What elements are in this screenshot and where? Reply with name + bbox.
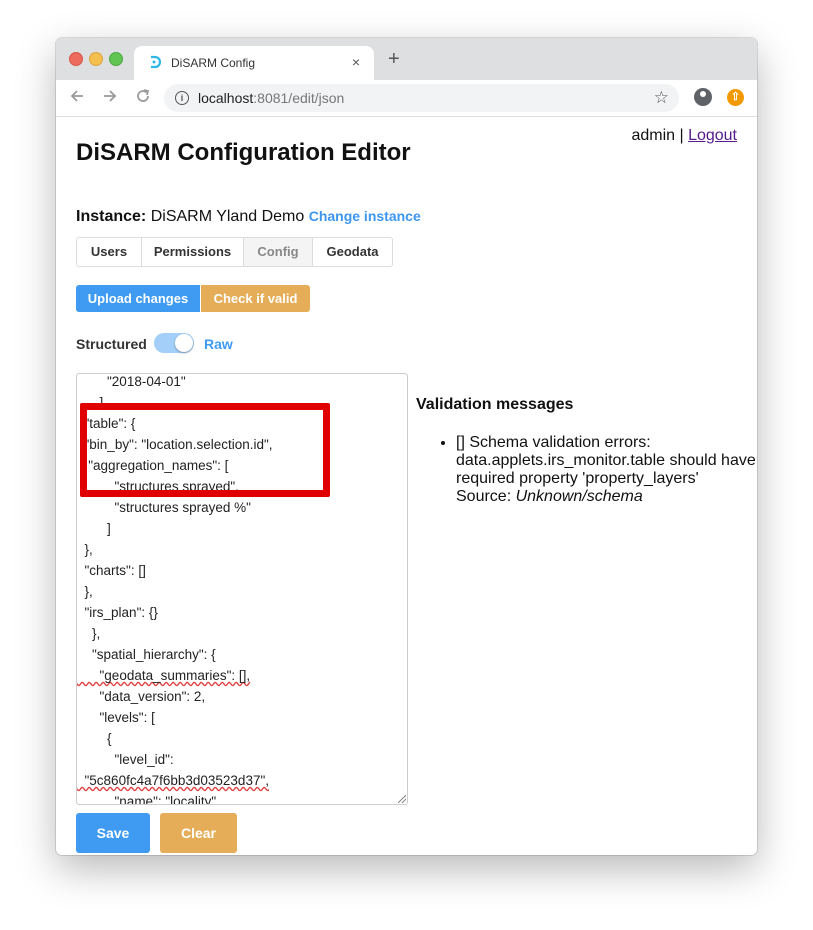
- structured-label: Structured: [76, 336, 147, 352]
- check-valid-button[interactable]: Check if valid: [201, 285, 310, 312]
- user-bar: admin | Logout: [631, 127, 737, 145]
- validation-message: [] Schema validation errors: data.applet…: [456, 434, 756, 506]
- code-line: },: [77, 542, 93, 557]
- mode-switch[interactable]: [154, 333, 194, 353]
- json-code: "2018-04-01" ], "table": { "bin_by": "lo…: [77, 374, 273, 805]
- tab-config[interactable]: Config: [244, 238, 313, 266]
- instance-label: Instance:: [76, 208, 147, 225]
- tab-users[interactable]: Users: [77, 238, 142, 266]
- url-text: localhost:8081/edit/json: [198, 90, 344, 106]
- update-extension-icon[interactable]: ⇧: [727, 89, 744, 106]
- code-line: "name": "locality",: [77, 794, 220, 805]
- reload-icon[interactable]: [135, 88, 151, 109]
- close-tab-icon[interactable]: ×: [352, 54, 360, 70]
- switch-knob: [175, 334, 193, 352]
- raw-label: Raw: [204, 336, 233, 352]
- code-line: },: [77, 584, 93, 599]
- instance-line: Instance: DiSARM Yland Demo Change insta…: [76, 208, 421, 226]
- tab-geodata[interactable]: Geodata: [313, 238, 392, 266]
- code-line: ],: [77, 395, 108, 410]
- browser-window: DiSARM Config × + i localhost:8081/edit/…: [56, 38, 757, 855]
- back-arrow-icon[interactable]: [69, 88, 85, 109]
- code-line: "structures sprayed",: [77, 479, 239, 494]
- code-line: "bin_by": "location.selection.id",: [77, 437, 273, 452]
- page-title: DiSARM Configuration Editor: [76, 139, 411, 166]
- resize-handle-icon[interactable]: [398, 795, 406, 803]
- code-line: "level_id":: [77, 752, 174, 767]
- code-line: "data_version": 2,: [77, 689, 206, 704]
- code-line: "structures sprayed %": [77, 500, 251, 515]
- validation-title: Validation messages: [416, 396, 574, 413]
- code-line: {: [77, 731, 112, 746]
- site-info-icon[interactable]: i: [175, 91, 189, 105]
- code-line: ]: [77, 521, 111, 536]
- minimize-window-button[interactable]: [89, 52, 103, 66]
- forward-arrow-icon[interactable]: [102, 88, 118, 109]
- json-editor-textarea[interactable]: "2018-04-01" ], "table": { "bin_by": "lo…: [76, 373, 408, 805]
- disarm-favicon-icon: [148, 55, 162, 69]
- section-tabs: Users Permissions Config Geodata: [76, 237, 393, 267]
- code-line: "spatial_hierarchy": {: [77, 647, 216, 662]
- browser-toolbar: i localhost:8081/edit/json ☆ ⇧: [56, 80, 757, 117]
- code-line: "geodata_summaries": [],: [77, 668, 251, 683]
- code-line: "2018-04-01": [77, 374, 186, 389]
- code-line: },: [77, 626, 101, 641]
- close-window-button[interactable]: [69, 52, 83, 66]
- clear-button[interactable]: Clear: [160, 813, 237, 853]
- code-line: "table": {: [77, 416, 136, 431]
- page-content: admin | Logout DiSARM Configuration Edit…: [56, 117, 757, 855]
- tab-permissions[interactable]: Permissions: [142, 238, 244, 266]
- validation-source: Unknown/schema: [515, 488, 643, 505]
- tab-title: DiSARM Config: [171, 56, 256, 70]
- code-line: "charts": []: [77, 563, 146, 578]
- validation-list: [] Schema validation errors: data.applet…: [434, 434, 756, 506]
- save-button[interactable]: Save: [76, 813, 150, 853]
- url-path: :8081/edit/json: [253, 90, 345, 106]
- tab-strip: DiSARM Config × +: [56, 38, 757, 80]
- instance-name: DiSARM Yland Demo: [150, 208, 305, 225]
- code-line: "aggregation_names": [: [77, 458, 229, 473]
- username: admin: [631, 127, 676, 144]
- code-line: "irs_plan": {}: [77, 605, 158, 620]
- upload-changes-button[interactable]: Upload changes: [76, 285, 200, 312]
- logout-link[interactable]: Logout: [688, 127, 737, 144]
- browser-tab[interactable]: DiSARM Config ×: [134, 46, 374, 80]
- profile-avatar-icon[interactable]: [694, 88, 712, 106]
- new-tab-button[interactable]: +: [388, 49, 400, 69]
- code-line: "levels": [: [77, 710, 155, 725]
- change-instance-link[interactable]: Change instance: [309, 208, 421, 224]
- user-separator: |: [675, 127, 689, 144]
- address-bar[interactable]: i localhost:8081/edit/json ☆: [164, 84, 679, 112]
- url-host: localhost: [198, 90, 254, 106]
- bookmark-star-icon[interactable]: ☆: [654, 88, 669, 108]
- maximize-window-button[interactable]: [109, 52, 123, 66]
- code-line: "5c860fc4a7f6bb3d03523d37",: [77, 773, 270, 788]
